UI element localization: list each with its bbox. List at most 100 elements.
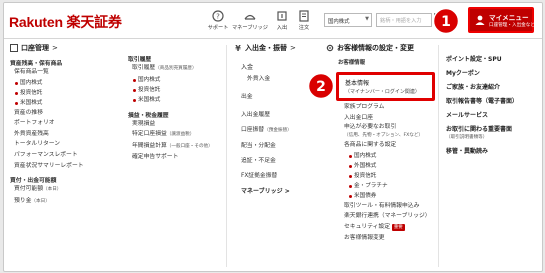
trade-history-column: 取引履歴 取引履歴（商品別売買履歴） 国内株式 投資信託 米国株式 損益・税金履… xyxy=(128,43,228,163)
realized-pnl-label: 実現損益 xyxy=(132,120,156,127)
point-settings-link[interactable]: ポイント設定・SPU xyxy=(446,53,542,67)
asset-history-link[interactable]: 資産の推移 xyxy=(10,108,110,119)
history-us-stocks-link[interactable]: 米国株式 xyxy=(132,95,228,105)
bank-link-link[interactable]: 楽天銀行連携（マネーブリッジ） xyxy=(326,211,438,222)
buying-power-note: （本日） xyxy=(43,187,62,193)
mail-service-link[interactable]: メールサービス xyxy=(446,109,542,123)
callout-number-1: 1 xyxy=(432,7,460,35)
basic-info-link[interactable]: 基本情報 （マイナンバー・ログイン関連） xyxy=(336,72,435,101)
buying-power-link[interactable]: 買付可能額（本日） xyxy=(10,184,110,196)
deposit-history-link[interactable]: 入出金履歴 xyxy=(234,109,320,121)
money-bridge-link[interactable]: マネーブリッジ > xyxy=(234,186,320,198)
settings-gold-platinum-link[interactable]: 金・プラチナ xyxy=(348,181,438,191)
dividend-link[interactable]: 配当・分配金 xyxy=(234,140,320,152)
basic-info-subtitle: （マイナンバー・ログイン関連） xyxy=(345,89,420,95)
specified-account-pnl-note: （譲渡益税） xyxy=(166,132,195,138)
mymenu-dropdown-screenshot: Rakuten 楽天証券 ? サポート マネーブリッジ 入出 注文 国内株式 ▼… xyxy=(3,2,543,272)
top-navigation-bar: Rakuten 楽天証券 ? サポート マネーブリッジ 入出 注文 国内株式 ▼… xyxy=(4,3,542,39)
tax-return-support-label: 確定申告サポート xyxy=(132,154,179,161)
callout-2-text: 2 xyxy=(316,79,326,95)
deposit-transfer-label: 入出金・振替 xyxy=(245,44,287,52)
total-return-link[interactable]: トータルリターン xyxy=(10,139,110,150)
rakuten-logo[interactable]: Rakuten 楽天証券 xyxy=(9,12,122,32)
buying-power-section-title: 買付・出金可能額 xyxy=(10,178,57,185)
callout-1-text: 1 xyxy=(441,14,451,30)
trade-history-link[interactable]: 取引履歴（商品別売買履歴） xyxy=(128,63,228,75)
application-required-link[interactable]: 申込が必要なお取引 xyxy=(326,123,438,131)
customer-info-label: お客様情報の設定・変更 xyxy=(337,44,414,52)
svg-text:?: ? xyxy=(216,13,220,21)
annual-pnl-note: （一般口座・その他） xyxy=(166,143,213,149)
order-icon xyxy=(299,10,309,22)
settings-foreign-stocks-link[interactable]: 外国株式 xyxy=(348,161,438,171)
account-transfer-label: 口座振替 xyxy=(241,127,265,133)
annual-pnl-link[interactable]: 年間損益計算（一般口座・その他） xyxy=(128,141,228,153)
security-settings-link[interactable]: セキュリティ設定 重要 xyxy=(326,222,438,233)
user-icon xyxy=(475,15,485,25)
account-transfer-note: （預金振替） xyxy=(264,128,292,133)
fx-margin-transfer-link[interactable]: FX証拠金振替 xyxy=(234,170,320,182)
transfer-link[interactable]: 移管・異動読み xyxy=(446,145,542,159)
referral-link[interactable]: ご家族・お友達紹介 xyxy=(446,81,542,95)
trade-history-note: （商品別売買履歴） xyxy=(155,66,197,71)
settings-mutual-funds-link[interactable]: 投資信託 xyxy=(348,171,438,181)
account-management-label: 口座管理 xyxy=(21,44,49,52)
annual-pnl-label: 年間損益計算 xyxy=(132,142,167,149)
settings-domestic-stocks-link[interactable]: 国内株式 xyxy=(348,151,438,161)
search-input[interactable]: 銘柄・用語を入力 xyxy=(376,13,432,27)
customer-info-change-link[interactable]: お客様情報変更 xyxy=(326,233,438,244)
portfolio-link[interactable]: ポートフォリオ xyxy=(10,118,110,129)
money-bridge-label: マネーブリッジ xyxy=(241,188,283,195)
important-documents-note: （取引説明書類等） xyxy=(446,135,488,140)
pnl-tax-section-title: 損益・税金履歴 xyxy=(128,112,169,119)
trade-history-label: 取引履歴 xyxy=(132,65,156,71)
account-management-column: 口座管理 > 資産残高・保有商品 保有商品一覧 国内株式 投資信託 米国株式 資… xyxy=(10,43,110,207)
product-settings-link[interactable]: 各商品に関する設定 xyxy=(326,140,438,151)
my-coupon-link[interactable]: Myクーポン xyxy=(446,67,542,81)
deposit-balance-link[interactable]: 預り金（本日） xyxy=(10,196,110,208)
nav-order-label: 注文 xyxy=(298,25,310,31)
market-select[interactable]: 国内株式 ▼ xyxy=(324,13,372,27)
column-divider xyxy=(226,45,227,267)
chevron-right-icon: > xyxy=(290,44,296,52)
chevron-right-icon: > xyxy=(52,44,58,52)
history-domestic-stocks-link[interactable]: 国内株式 xyxy=(132,75,228,85)
settings-us-bonds-link[interactable]: 米国債券 xyxy=(348,191,438,201)
performance-report-link[interactable]: パフォーマンスレポート xyxy=(10,150,110,161)
buying-power-label: 買付可能額 xyxy=(14,186,43,193)
asset-summary-report-link[interactable]: 資産状況サマリーレポート xyxy=(10,161,110,172)
holdings-section-title: 資産残高・保有商品 xyxy=(10,61,63,67)
bank-account-link[interactable]: 入出金口座 xyxy=(326,113,438,124)
important-badge: 重要 xyxy=(391,223,405,231)
customer-info-subsection: お客様情報 xyxy=(338,60,365,66)
margin-call-link[interactable]: 追証・不足金 xyxy=(234,155,320,167)
history-mutual-funds-link[interactable]: 投資信託 xyxy=(132,85,228,95)
deposit-transfer-heading[interactable]: ¥ 入出金・振替 > xyxy=(234,43,320,53)
trading-tools-link[interactable]: 取引ツール・有料情報申込み xyxy=(326,201,438,212)
holdings-mutual-funds-link[interactable]: 投資信託 xyxy=(14,88,110,98)
holdings-list-link[interactable]: 保有商品一覧 xyxy=(10,67,110,78)
important-documents-link[interactable]: お取引に関わる重要書面 xyxy=(446,125,542,134)
support-icon: ? xyxy=(212,10,224,22)
basic-info-title: 基本情報 xyxy=(345,80,370,87)
tax-return-support-link[interactable]: 確定申告サポート xyxy=(128,152,228,163)
holdings-us-stocks-link[interactable]: 米国株式 xyxy=(14,98,110,108)
svg-text:¥: ¥ xyxy=(235,44,241,52)
mymenu-subtitle: 口座管理・入出金など xyxy=(489,23,535,28)
specified-account-pnl-link[interactable]: 特定口座損益（譲渡益税） xyxy=(128,129,228,141)
money-bridge-icon xyxy=(244,14,256,20)
nav-order[interactable]: 注文 xyxy=(284,10,324,31)
foreign-currency-balance-link[interactable]: 外貨資産残高 xyxy=(10,129,110,140)
security-settings-label: セキュリティ設定 xyxy=(344,223,391,230)
holdings-domestic-stocks-link[interactable]: 国内株式 xyxy=(14,78,110,88)
square-icon xyxy=(10,44,18,52)
mymenu-button[interactable]: マイメニュー 口座管理・入出金など xyxy=(468,7,535,33)
account-management-heading[interactable]: 口座管理 > xyxy=(10,43,110,53)
chevron-down-icon: ▼ xyxy=(365,16,369,22)
family-program-link[interactable]: 家族プログラム xyxy=(326,102,438,113)
trade-reports-link[interactable]: 取引報告書等（電子書面） xyxy=(446,95,542,109)
realized-pnl-link[interactable]: 実現損益 xyxy=(128,119,228,130)
account-transfer-link[interactable]: 口座振替（預金振替） xyxy=(234,124,320,137)
deposit-transfer-column: ¥ 入出金・振替 > 入金 外貨入金 出金 入出金履歴 口座振替（預金振替） 配… xyxy=(234,43,320,198)
gear-icon xyxy=(326,44,334,52)
